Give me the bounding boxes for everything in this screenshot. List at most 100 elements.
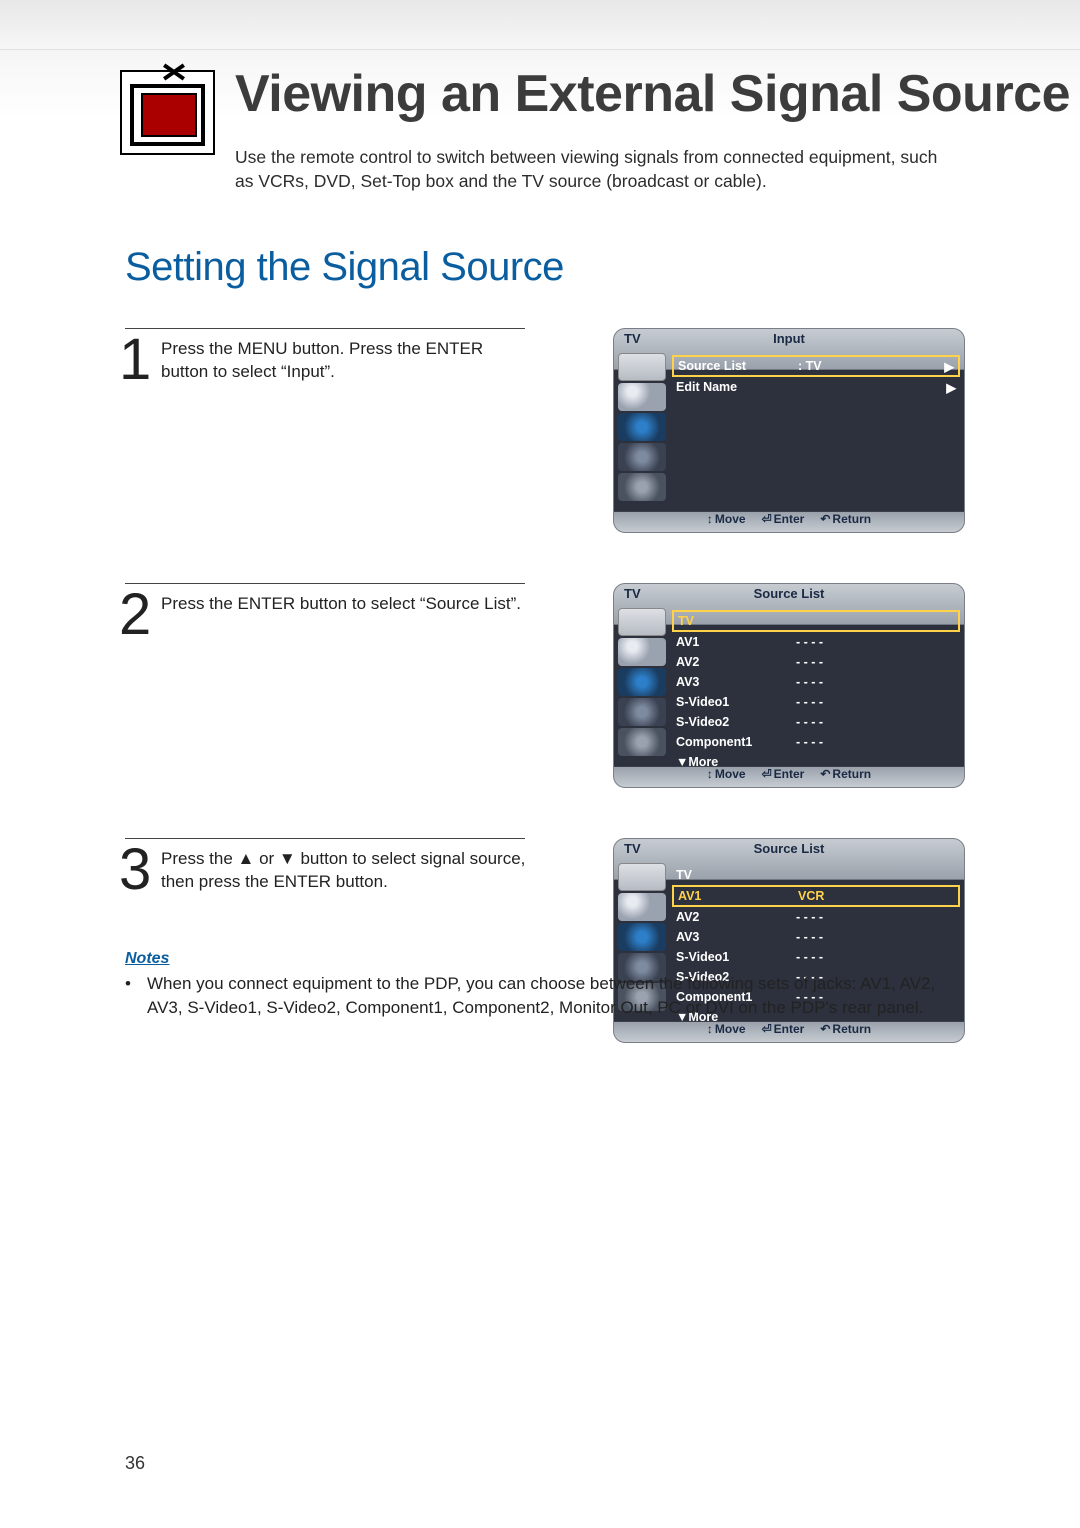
osd-row-value: - - - - — [796, 715, 956, 729]
footer-move: ↕Move — [707, 767, 746, 781]
osd-row-value: - - - - — [796, 930, 956, 944]
step-divider — [125, 838, 525, 839]
footer-move-label: Move — [715, 1022, 746, 1036]
footer-return-label: Return — [832, 1022, 871, 1036]
osd-row-label: AV2 — [676, 910, 796, 924]
osd-row-label: S-Video1 — [676, 695, 796, 709]
notes-section: Notes • When you connect equipment to th… — [125, 950, 945, 1020]
step-description: Press the ▲ or ▼ button to select signal… — [161, 848, 531, 894]
sidebar-item-setup — [618, 473, 666, 501]
enter-icon: ⏎ — [762, 767, 772, 781]
footer-return: ↶Return — [820, 1022, 871, 1036]
osd-row-tv: TV — [672, 610, 960, 632]
footer-enter: ⏎Enter — [762, 512, 805, 526]
osd-title: Source List — [614, 586, 964, 601]
footer-enter: ⏎Enter — [762, 1022, 805, 1036]
page-intro: Use the remote control to switch between… — [235, 146, 955, 193]
osd-row-av1: AV1VCR — [672, 885, 960, 907]
osd-footer: ↕Move ⏎Enter ↶Return — [614, 763, 964, 785]
sidebar-item-picture — [618, 638, 666, 666]
footer-move: ↕Move — [707, 512, 746, 526]
osd-row-label: Source List — [678, 359, 798, 373]
footer-return-label: Return — [832, 767, 871, 781]
sidebar-item-input — [618, 353, 666, 381]
return-icon: ↶ — [820, 767, 830, 781]
footer-move-label: Move — [715, 767, 746, 781]
osd-row-value: VCR — [798, 889, 954, 903]
sidebar-item-picture — [618, 893, 666, 921]
manual-page: Viewing an External Signal Source Use th… — [0, 0, 1080, 1528]
sidebar-item-sound — [618, 413, 666, 441]
sidebar-item-picture — [618, 383, 666, 411]
step-number: 2 — [119, 581, 151, 648]
footer-enter: ⏎Enter — [762, 767, 805, 781]
step-divider — [125, 583, 525, 584]
osd-sidebar — [618, 353, 670, 509]
osd-row-component1: Component1- - - - — [676, 732, 956, 752]
footer-return: ↶Return — [820, 767, 871, 781]
osd-row-label: AV2 — [676, 655, 796, 669]
notes-heading: Notes — [125, 950, 945, 968]
osd-row-value: - - - - — [796, 735, 956, 749]
page-title: Viewing an External Signal Source — [235, 64, 1070, 124]
osd-row-svideo2: S-Video2- - - - — [676, 712, 956, 732]
osd-sidebar — [618, 608, 670, 764]
osd-row-label: S-Video2 — [676, 715, 796, 729]
sidebar-item-input — [618, 863, 666, 891]
updown-icon: ↕ — [707, 767, 713, 781]
osd-footer: ↕Move ⏎Enter ↶Return — [614, 508, 964, 530]
footer-enter-label: Enter — [774, 1022, 805, 1036]
osd-title: Source List — [614, 841, 964, 856]
step-description: Press the ENTER button to select “Source… — [161, 593, 531, 616]
updown-icon: ↕ — [707, 1022, 713, 1036]
osd-row-value: - - - - — [796, 695, 956, 709]
step-3: 3 Press the ▲ or ▼ button to select sign… — [125, 838, 965, 1053]
osd-row-av2: AV2- - - - — [676, 907, 956, 927]
sidebar-item-sound — [618, 923, 666, 951]
footer-enter-label: Enter — [774, 767, 805, 781]
sidebar-item-setup — [618, 728, 666, 756]
tv-icon — [120, 70, 215, 155]
osd-row-label: AV1 — [676, 635, 796, 649]
osd-row-value: - - - - — [796, 635, 956, 649]
sidebar-item-channel — [618, 443, 666, 471]
notes-text: When you connect equipment to the PDP, y… — [147, 972, 945, 1020]
osd-row-value: : TV — [798, 359, 942, 373]
osd-row-label: Edit Name — [676, 380, 796, 394]
osd-row-av3: AV3- - - - — [676, 927, 956, 947]
bullet-icon: • — [125, 972, 147, 1020]
footer-move: ↕Move — [707, 1022, 746, 1036]
page-number: 36 — [125, 1453, 145, 1474]
return-icon: ↶ — [820, 1022, 830, 1036]
step-1: 1 Press the MENU button. Press the ENTER… — [125, 328, 965, 543]
osd-row-edit-name: Edit Name ▶ — [676, 377, 956, 397]
osd-row-av3: AV3- - - - — [676, 672, 956, 692]
footer-enter-label: Enter — [774, 512, 805, 526]
osd-row-value: - - - - — [796, 910, 956, 924]
osd-row-label: Component1 — [676, 735, 796, 749]
osd-row-svideo1: S-Video1- - - - — [676, 692, 956, 712]
osd-row-label: TV — [678, 614, 798, 628]
osd-input: TV Input Source List : TV ▶ — [613, 328, 965, 533]
osd-row-value: - - - - — [796, 655, 956, 669]
step-number: 1 — [119, 326, 151, 393]
osd-row-label: TV — [676, 868, 796, 882]
footer-return: ↶Return — [820, 512, 871, 526]
section-heading: Setting the Signal Source — [125, 245, 564, 290]
step-description: Press the MENU button. Press the ENTER b… — [161, 338, 531, 384]
osd-source-list-1: TV Source List TV AV1- - - - AV2- - - - … — [613, 583, 965, 788]
updown-icon: ↕ — [707, 512, 713, 526]
osd-row-value: - - - - — [796, 675, 956, 689]
osd-footer: ↕Move ⏎Enter ↶Return — [614, 1018, 964, 1040]
footer-return-label: Return — [832, 512, 871, 526]
osd-row-label: AV1 — [678, 889, 798, 903]
step-number: 3 — [119, 836, 151, 903]
footer-move-label: Move — [715, 512, 746, 526]
notes-body: • When you connect equipment to the PDP,… — [125, 972, 945, 1020]
osd-row-tv: TV — [676, 865, 956, 885]
sidebar-item-channel — [618, 698, 666, 726]
sidebar-item-sound — [618, 668, 666, 696]
sidebar-item-input — [618, 608, 666, 636]
return-icon: ↶ — [820, 512, 830, 526]
chevron-right-icon: ▶ — [944, 380, 956, 395]
